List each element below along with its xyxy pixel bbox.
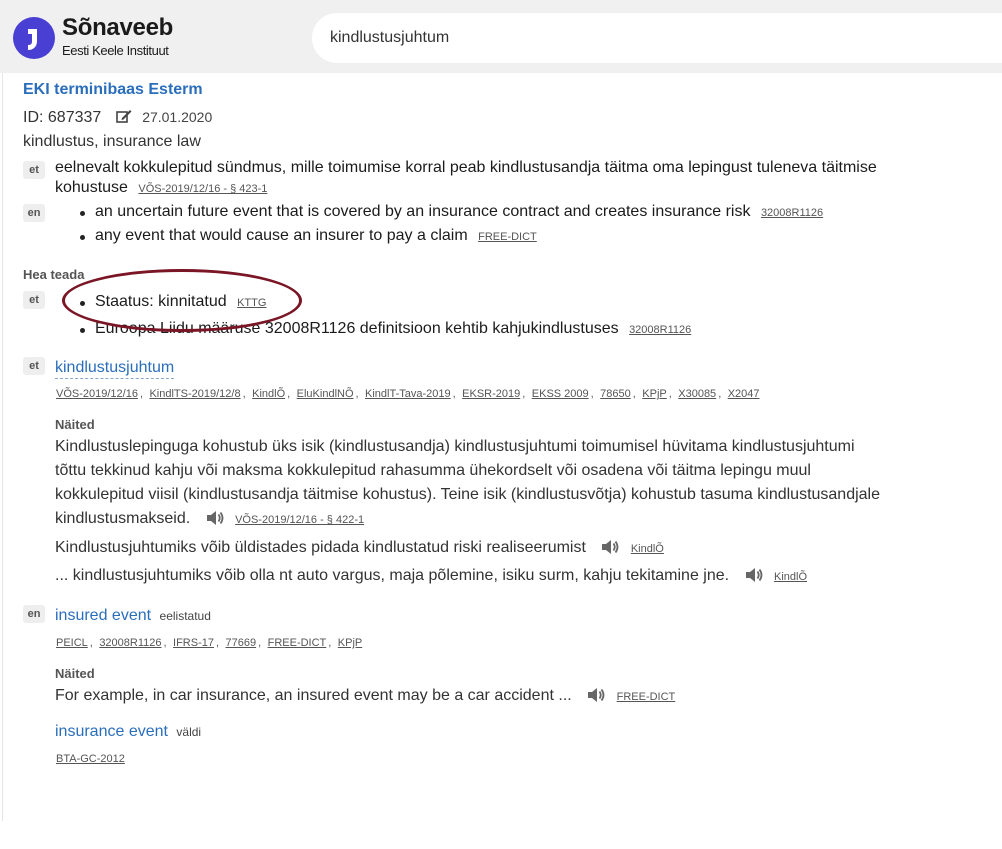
term-sources: BTA-GC-2012 xyxy=(56,749,125,767)
source-link[interactable]: 32008R1126 xyxy=(761,207,823,219)
definition-en-text: an uncertain future event that is covere… xyxy=(95,203,751,220)
search-bar[interactable] xyxy=(312,13,1002,63)
source-link[interactable]: IFRS-17 xyxy=(173,637,214,649)
definition-et-line1: eelnevalt kokkulepitud sündmus, mille to… xyxy=(55,159,877,176)
definition-et-text: kohustuse xyxy=(55,179,128,196)
note-text: Staatus: kinnitatud xyxy=(95,293,227,310)
entry-domains: kindlustus, insurance law xyxy=(23,133,201,150)
entry-id: ID: 687337 xyxy=(23,109,102,126)
example-item: Kindlustusjuhtumiks võib üldistades pida… xyxy=(55,536,664,561)
term-link[interactable]: insurance event xyxy=(55,723,168,740)
example-text: ... kindlustusjuhtumiks võib olla nt aut… xyxy=(55,567,730,584)
sonaveeb-logo-icon[interactable] xyxy=(13,17,55,59)
examples-label: Näited xyxy=(55,666,95,681)
list-item: Staatus: kinnitatud KTTG xyxy=(79,293,266,311)
source-title[interactable]: EKI terminibaas Esterm xyxy=(23,81,203,99)
list-item: Euroopa Liidu määruse 32008R1126 definit… xyxy=(79,320,691,338)
definition-et-line2: kohustuse VÕS-2019/12/16 - § 423-1 xyxy=(55,179,267,197)
source-link[interactable]: 32008R1126 xyxy=(99,637,161,649)
source-link[interactable]: KindlÕ xyxy=(252,388,285,400)
source-link[interactable]: X2047 xyxy=(728,388,760,400)
lang-badge-et: et xyxy=(23,161,45,179)
source-link[interactable]: VÕS-2019/12/16 - § 423-1 xyxy=(138,183,267,195)
example-text: tõttu tekkinud kahju või maksma kokkulep… xyxy=(55,462,811,479)
term-sources: PEICL, 32008R1126, IFRS-17, 77669, FREE-… xyxy=(56,637,363,649)
source-link[interactable]: X30085 xyxy=(678,388,716,400)
source-link[interactable]: EKSS 2009 xyxy=(532,388,589,400)
lang-badge-en: en xyxy=(23,204,45,222)
term-en-1: insured event eelistatud xyxy=(55,607,211,625)
source-link[interactable]: 77669 xyxy=(226,637,257,649)
source-link[interactable]: KindlÕ xyxy=(774,571,807,583)
term-link[interactable]: insured event xyxy=(55,607,151,624)
speaker-icon[interactable] xyxy=(205,509,225,527)
speaker-icon[interactable] xyxy=(586,686,606,704)
example-text: kokkulepitud viisil (kindlustusandja täi… xyxy=(55,486,881,503)
lang-badge-et: et xyxy=(23,357,45,375)
source-link[interactable]: KTTG xyxy=(237,297,266,309)
brand-name[interactable]: Sõnaveeb xyxy=(62,14,173,42)
example-text: Kindlustuslepinguga kohustub üks isik (k… xyxy=(55,438,855,455)
source-link[interactable]: EKSR-2019 xyxy=(462,388,520,400)
lang-badge-en: en xyxy=(23,605,45,623)
source-link[interactable]: 78650 xyxy=(600,388,631,400)
source-link[interactable]: KPjP xyxy=(338,637,362,649)
example-text: Kindlustusjuhtumiks võib üldistades pida… xyxy=(55,539,586,556)
notes-label: Hea teada xyxy=(23,267,85,282)
source-link[interactable]: KPjP xyxy=(642,388,666,400)
term-tag: väldi xyxy=(176,725,202,739)
definition-en-text: any event that would cause an insurer to… xyxy=(95,227,468,244)
source-link[interactable]: FREE-DICT xyxy=(478,231,537,243)
source-link[interactable]: KindlÕ xyxy=(631,543,664,555)
term-sources: VÕS-2019/12/16, KindlTS-2019/12/8, Kindl… xyxy=(56,388,760,400)
lang-badge-et: et xyxy=(23,291,45,309)
brand-subtitle: Eesti Keele Instituut xyxy=(62,43,169,58)
example-item: For example, in car insurance, an insure… xyxy=(55,684,675,709)
source-link[interactable]: VÕS-2019/12/16 - § 422-1 xyxy=(235,514,364,526)
edit-icon[interactable] xyxy=(115,109,132,123)
source-link[interactable]: KindlT-Tava-2019 xyxy=(365,388,451,400)
speaker-icon[interactable] xyxy=(600,538,620,556)
example-text: For example, in car insurance, an insure… xyxy=(55,687,572,704)
term-en-2: insurance event väldi xyxy=(55,723,201,741)
entry-date: 27.01.2020 xyxy=(142,109,213,125)
example-item: kindlustusmakseid. VÕS-2019/12/16 - § 42… xyxy=(55,507,364,532)
entry-panel: EKI terminibaas Esterm ID: 687337 27.01.… xyxy=(2,73,1002,821)
speaker-icon[interactable] xyxy=(744,566,764,584)
example-text: kindlustusmakseid. xyxy=(55,510,191,527)
term-link[interactable]: kindlustusjuhtum xyxy=(55,359,175,379)
source-link[interactable]: FREE-DICT xyxy=(268,637,327,649)
list-item: any event that would cause an insurer to… xyxy=(80,227,537,245)
list-item: an uncertain future event that is covere… xyxy=(79,203,823,221)
header: Sõnaveeb Eesti Keele Instituut xyxy=(0,0,1002,73)
source-link[interactable]: VÕS-2019/12/16 xyxy=(56,388,138,400)
term-et[interactable]: kindlustusjuhtum xyxy=(55,359,175,379)
term-tag: eelistatud xyxy=(159,609,211,623)
source-link[interactable]: KindlTS-2019/12/8 xyxy=(149,388,240,400)
search-input[interactable] xyxy=(330,27,980,49)
source-link[interactable]: PEICL xyxy=(56,637,88,649)
source-link[interactable]: 32008R1126 xyxy=(629,324,691,336)
source-link[interactable]: EluKindlNÕ xyxy=(297,388,354,400)
entry-meta: ID: 687337 27.01.2020 xyxy=(23,109,212,127)
source-link[interactable]: BTA-GC-2012 xyxy=(56,753,125,765)
examples-label: Näited xyxy=(55,417,95,432)
note-text: Euroopa Liidu määruse 32008R1126 definit… xyxy=(95,320,619,337)
example-item: ... kindlustusjuhtumiks võib olla nt aut… xyxy=(55,564,807,589)
source-link[interactable]: FREE-DICT xyxy=(617,691,676,703)
